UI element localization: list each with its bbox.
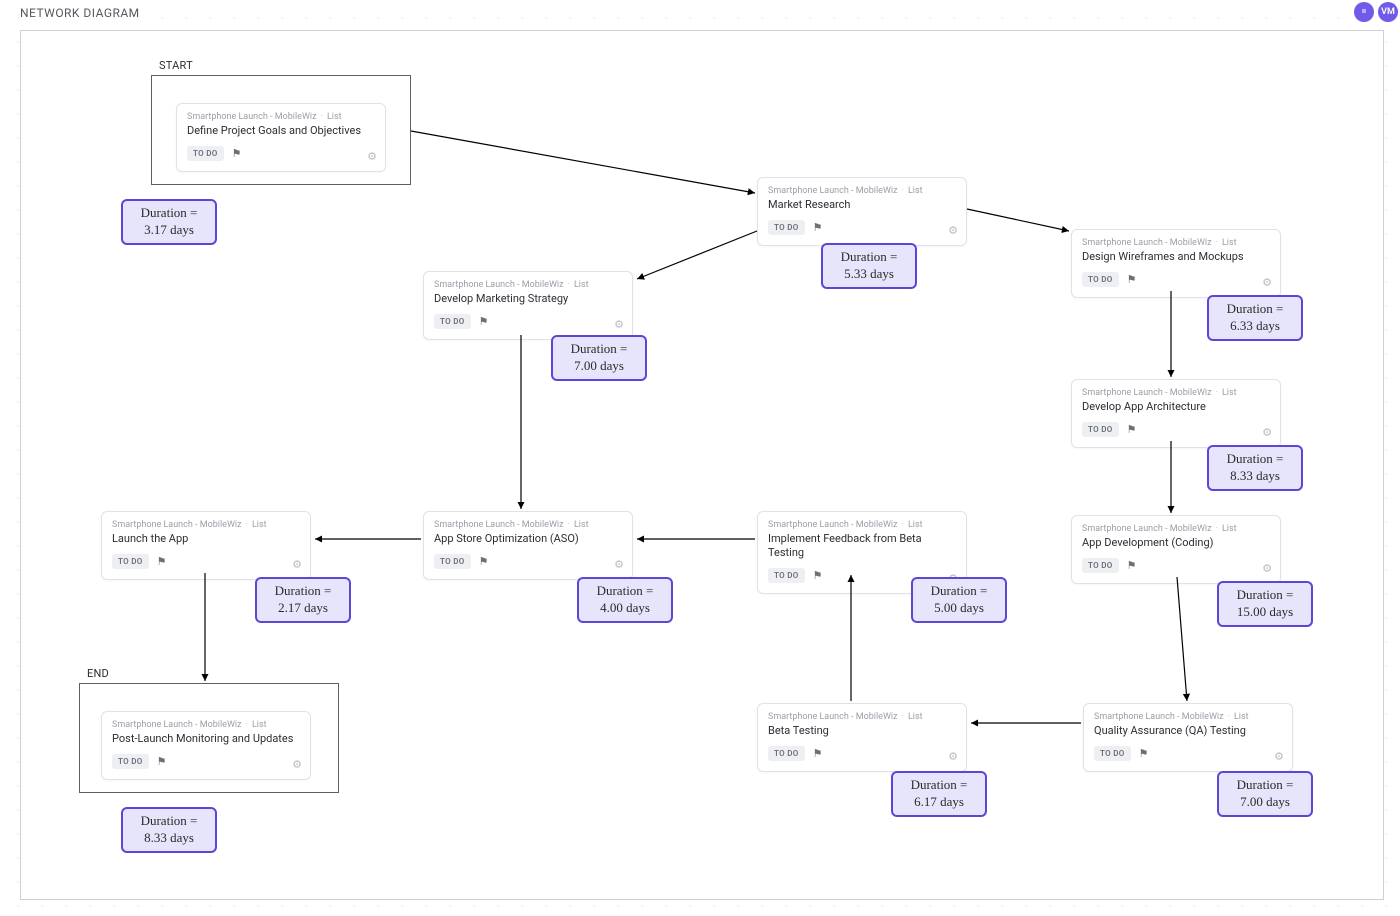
- gear-icon[interactable]: ⚙: [614, 318, 624, 331]
- gear-icon[interactable]: ⚙: [948, 750, 958, 763]
- task-card-qa-testing[interactable]: Smartphone Launch - MobileWiz·List Quali…: [1083, 703, 1293, 772]
- flag-icon[interactable]: ⚑: [1139, 747, 1149, 760]
- task-title: Design Wireframes and Mockups: [1082, 250, 1270, 264]
- user-badges-shelf: = VM: [1354, 2, 1398, 22]
- end-label: END: [87, 667, 109, 680]
- breadcrumb: Smartphone Launch - MobileWiz·List: [1094, 712, 1282, 722]
- status-badge[interactable]: TO DO: [1082, 422, 1119, 437]
- duration-chip-arch: Duration =8.33 days: [1207, 445, 1303, 491]
- status-badge[interactable]: TO DO: [434, 554, 471, 569]
- breadcrumb: Smartphone Launch - MobileWiz·List: [1082, 388, 1270, 398]
- task-title: Develop App Architecture: [1082, 400, 1270, 414]
- task-card-market-research[interactable]: Smartphone Launch - MobileWiz·List Marke…: [757, 177, 967, 246]
- breadcrumb: Smartphone Launch - MobileWiz·List: [112, 720, 300, 730]
- gear-icon[interactable]: ⚙: [292, 558, 302, 571]
- task-card-wireframes[interactable]: Smartphone Launch - MobileWiz·List Desig…: [1071, 229, 1281, 298]
- gear-icon[interactable]: ⚙: [1262, 562, 1272, 575]
- task-title: Define Project Goals and Objectives: [187, 124, 375, 138]
- task-title: Launch the App: [112, 532, 300, 546]
- task-card-app-development[interactable]: Smartphone Launch - MobileWiz·List App D…: [1071, 515, 1281, 584]
- flag-icon[interactable]: ⚑: [157, 755, 167, 768]
- flag-icon[interactable]: ⚑: [479, 555, 489, 568]
- task-card-beta-testing[interactable]: Smartphone Launch - MobileWiz·List Beta …: [757, 703, 967, 772]
- task-title: App Store Optimization (ASO): [434, 532, 622, 546]
- flag-icon[interactable]: ⚑: [1127, 273, 1137, 286]
- task-title: Beta Testing: [768, 724, 956, 738]
- duration-chip-market: Duration =5.33 days: [821, 243, 917, 289]
- task-card-post-launch[interactable]: Smartphone Launch - MobileWiz·List Post-…: [101, 711, 311, 780]
- task-card-launch[interactable]: Smartphone Launch - MobileWiz·List Launc…: [101, 511, 311, 580]
- flag-icon[interactable]: ⚑: [157, 555, 167, 568]
- duration-chip-impl: Duration =5.00 days: [911, 577, 1007, 623]
- status-badge[interactable]: TO DO: [187, 146, 224, 161]
- avatar-badge[interactable]: =: [1354, 2, 1374, 22]
- duration-chip-define: Duration =3.17 days: [121, 199, 217, 245]
- task-title: App Development (Coding): [1082, 536, 1270, 550]
- status-badge[interactable]: TO DO: [112, 754, 149, 769]
- status-badge[interactable]: TO DO: [1094, 746, 1131, 761]
- duration-chip-post: Duration =8.33 days: [121, 807, 217, 853]
- duration-chip-strategy: Duration =7.00 days: [551, 335, 647, 381]
- status-badge[interactable]: TO DO: [768, 746, 805, 761]
- diagram-canvas[interactable]: START Smartphone Launch - MobileWiz·List…: [21, 31, 1383, 899]
- task-title: Quality Assurance (QA) Testing: [1094, 724, 1282, 738]
- start-label: START: [159, 59, 193, 72]
- status-badge[interactable]: TO DO: [112, 554, 149, 569]
- status-badge[interactable]: TO DO: [1082, 558, 1119, 573]
- breadcrumb: Smartphone Launch - MobileWiz·List: [187, 112, 375, 122]
- task-title: Post-Launch Monitoring and Updates: [112, 732, 300, 746]
- task-card-aso[interactable]: Smartphone Launch - MobileWiz·List App S…: [423, 511, 633, 580]
- breadcrumb: Smartphone Launch - MobileWiz·List: [434, 280, 622, 290]
- flag-icon[interactable]: ⚑: [1127, 423, 1137, 436]
- duration-chip-beta: Duration =6.17 days: [891, 771, 987, 817]
- task-card-marketing-strategy[interactable]: Smartphone Launch - MobileWiz·List Devel…: [423, 271, 633, 340]
- flag-icon[interactable]: ⚑: [813, 569, 823, 582]
- task-title: Develop Marketing Strategy: [434, 292, 622, 306]
- duration-chip-qa: Duration =7.00 days: [1217, 771, 1313, 817]
- avatar-badge[interactable]: VM: [1378, 2, 1398, 22]
- flag-icon[interactable]: ⚑: [232, 147, 242, 160]
- breadcrumb: Smartphone Launch - MobileWiz·List: [112, 520, 300, 530]
- duration-chip-wire: Duration =6.33 days: [1207, 295, 1303, 341]
- breadcrumb: Smartphone Launch - MobileWiz·List: [768, 712, 956, 722]
- gear-icon[interactable]: ⚙: [1262, 426, 1272, 439]
- status-badge[interactable]: TO DO: [768, 220, 805, 235]
- flag-icon[interactable]: ⚑: [479, 315, 489, 328]
- page-title: NETWORK DIAGRAM: [20, 6, 140, 20]
- breadcrumb: Smartphone Launch - MobileWiz·List: [434, 520, 622, 530]
- duration-chip-aso: Duration =4.00 days: [577, 577, 673, 623]
- task-card-define[interactable]: Smartphone Launch - MobileWiz·List Defin…: [176, 103, 386, 172]
- breadcrumb: Smartphone Launch - MobileWiz·List: [768, 520, 956, 530]
- diagram-frame: START Smartphone Launch - MobileWiz·List…: [20, 30, 1384, 900]
- breadcrumb: Smartphone Launch - MobileWiz·List: [1082, 524, 1270, 534]
- gear-icon[interactable]: ⚙: [948, 224, 958, 237]
- breadcrumb: Smartphone Launch - MobileWiz·List: [1082, 238, 1270, 248]
- task-title: Implement Feedback from Beta Testing: [768, 532, 956, 560]
- task-card-architecture[interactable]: Smartphone Launch - MobileWiz·List Devel…: [1071, 379, 1281, 448]
- duration-chip-dev: Duration =15.00 days: [1217, 581, 1313, 627]
- gear-icon[interactable]: ⚙: [1274, 750, 1284, 763]
- gear-icon[interactable]: ⚙: [614, 558, 624, 571]
- flag-icon[interactable]: ⚑: [813, 747, 823, 760]
- gear-icon[interactable]: ⚙: [367, 150, 377, 163]
- breadcrumb: Smartphone Launch - MobileWiz·List: [768, 186, 956, 196]
- gear-icon[interactable]: ⚙: [292, 758, 302, 771]
- status-badge[interactable]: TO DO: [434, 314, 471, 329]
- flag-icon[interactable]: ⚑: [1127, 559, 1137, 572]
- task-title: Market Research: [768, 198, 956, 212]
- status-badge[interactable]: TO DO: [768, 568, 805, 583]
- status-badge[interactable]: TO DO: [1082, 272, 1119, 287]
- duration-chip-launch: Duration =2.17 days: [255, 577, 351, 623]
- gear-icon[interactable]: ⚙: [1262, 276, 1272, 289]
- flag-icon[interactable]: ⚑: [813, 221, 823, 234]
